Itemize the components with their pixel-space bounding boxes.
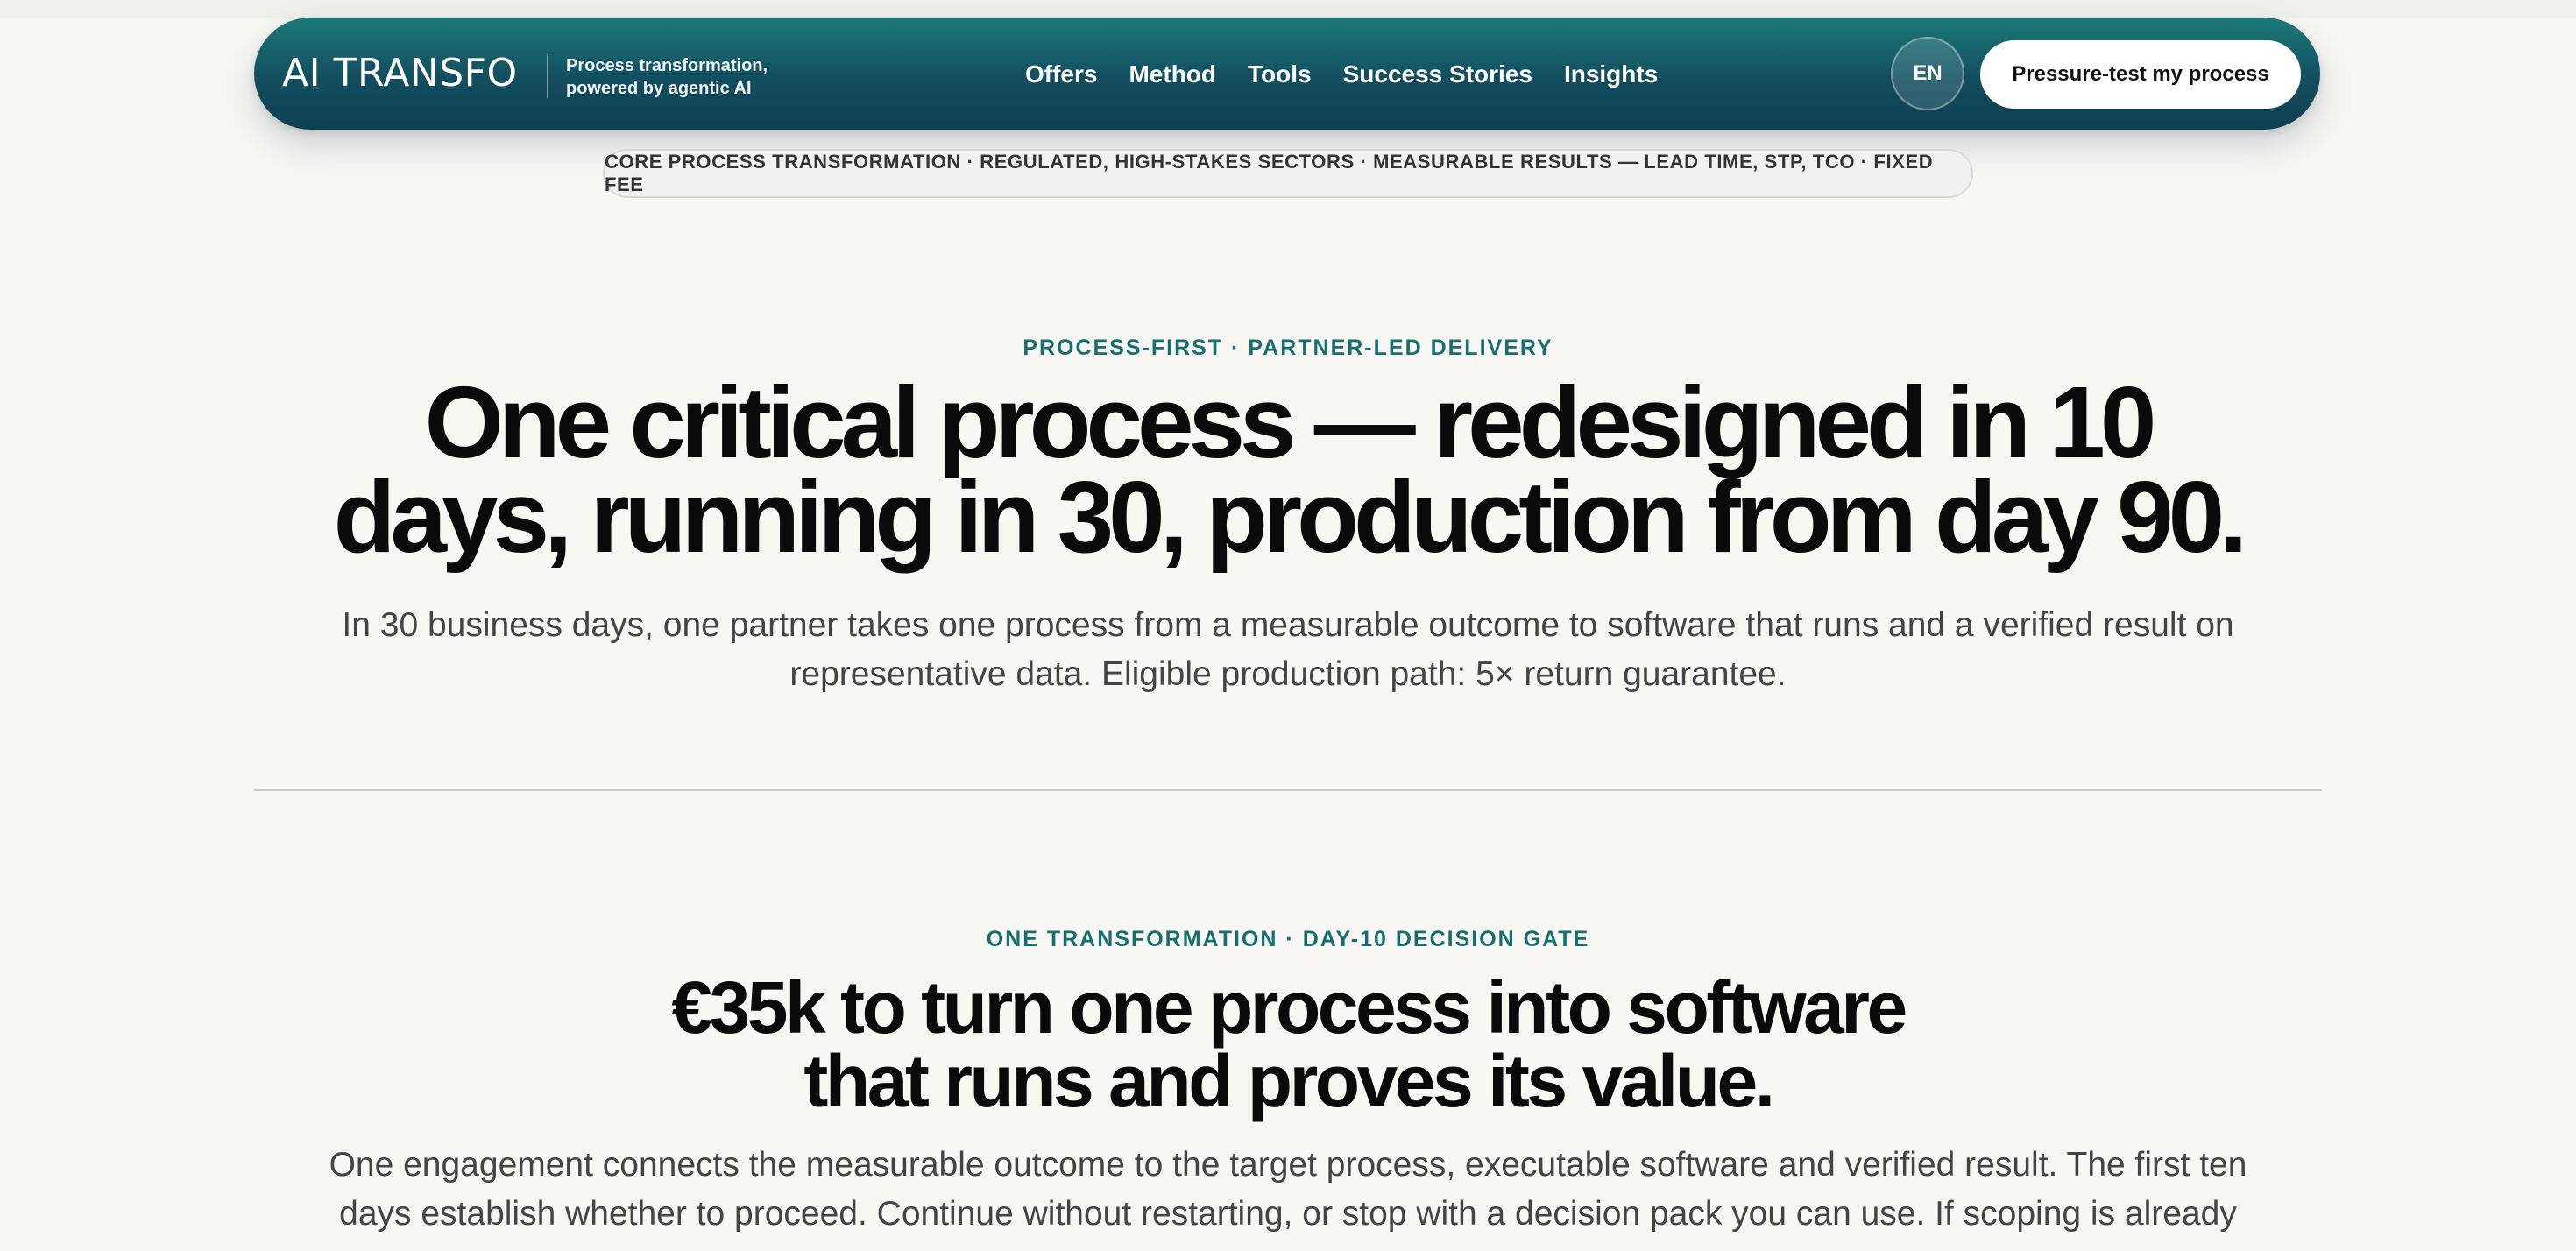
offer-lede: One engagement connects the measurable o… bbox=[263, 1141, 2313, 1239]
value-banner: CORE PROCESS TRANSFORMATION · REGULATED,… bbox=[603, 149, 1973, 198]
hero-title-line-1: One critical process — redesigned in 10 bbox=[424, 365, 2157, 479]
hero-eyebrow: PROCESS-FIRST · PARTNER-LED DELIVERY bbox=[1023, 336, 1553, 360]
offer-lede-line-1: One engagement connects the measurable o… bbox=[329, 1146, 2247, 1184]
nav-success-stories[interactable]: Success Stories bbox=[1343, 54, 1532, 95]
tagline-line-2: powered by agentic AI bbox=[566, 79, 752, 98]
brand-divider bbox=[547, 53, 548, 98]
nav-insights[interactable]: Insights bbox=[1564, 54, 1658, 95]
hero-title-line-2: days, running in 30, production from day… bbox=[333, 460, 2248, 574]
offer-title: €35k to turn one process into software t… bbox=[254, 971, 2322, 1118]
top-strip bbox=[0, 0, 2576, 18]
pressure-test-button[interactable]: Pressure-test my process bbox=[1980, 40, 2301, 109]
language-switch-button[interactable]: EN bbox=[1891, 37, 1964, 110]
main-nav: Offers Method Tools Success Stories Insi… bbox=[1025, 54, 1658, 95]
offer-title-line-1: €35k to turn one process into software bbox=[671, 966, 1907, 1049]
tagline-line-1: Process transformation, bbox=[566, 56, 768, 75]
hero-lede-line-1: In 30 business days, one partner takes o… bbox=[342, 606, 2234, 644]
nav-tools[interactable]: Tools bbox=[1248, 54, 1312, 95]
offer-eyebrow: ONE TRANSFORMATION · DAY-10 DECISION GAT… bbox=[986, 927, 1590, 951]
section-divider bbox=[254, 789, 2322, 791]
brand-logo[interactable]: AI TRANSFO bbox=[282, 47, 518, 100]
hero-lede: In 30 business days, one partner takes o… bbox=[263, 601, 2313, 699]
hero-lede-line-2: representative data. Eligible production… bbox=[789, 655, 1787, 693]
offer-title-line-2: that runs and proves its value. bbox=[803, 1040, 1775, 1122]
brand-tagline: Process transformation, powered by agent… bbox=[566, 54, 829, 100]
nav-method[interactable]: Method bbox=[1129, 54, 1216, 95]
offer-lede-line-2: days establish whether to proceed. Conti… bbox=[339, 1195, 2237, 1233]
site-header: AI TRANSFO Process transformation, power… bbox=[254, 18, 2320, 130]
hero-title: One critical process — redesigned in 10 … bbox=[254, 365, 2322, 574]
nav-offers[interactable]: Offers bbox=[1025, 54, 1097, 95]
